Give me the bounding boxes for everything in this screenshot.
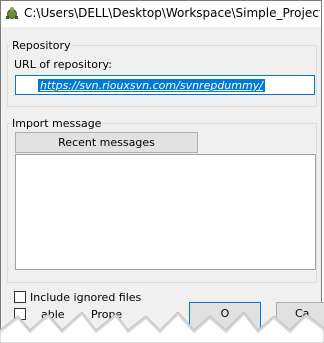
torn-edge: [0, 311, 324, 343]
screenshot-stage: C:\Users\DELL\Desktop\Workspace\Simple_P…: [0, 0, 324, 343]
